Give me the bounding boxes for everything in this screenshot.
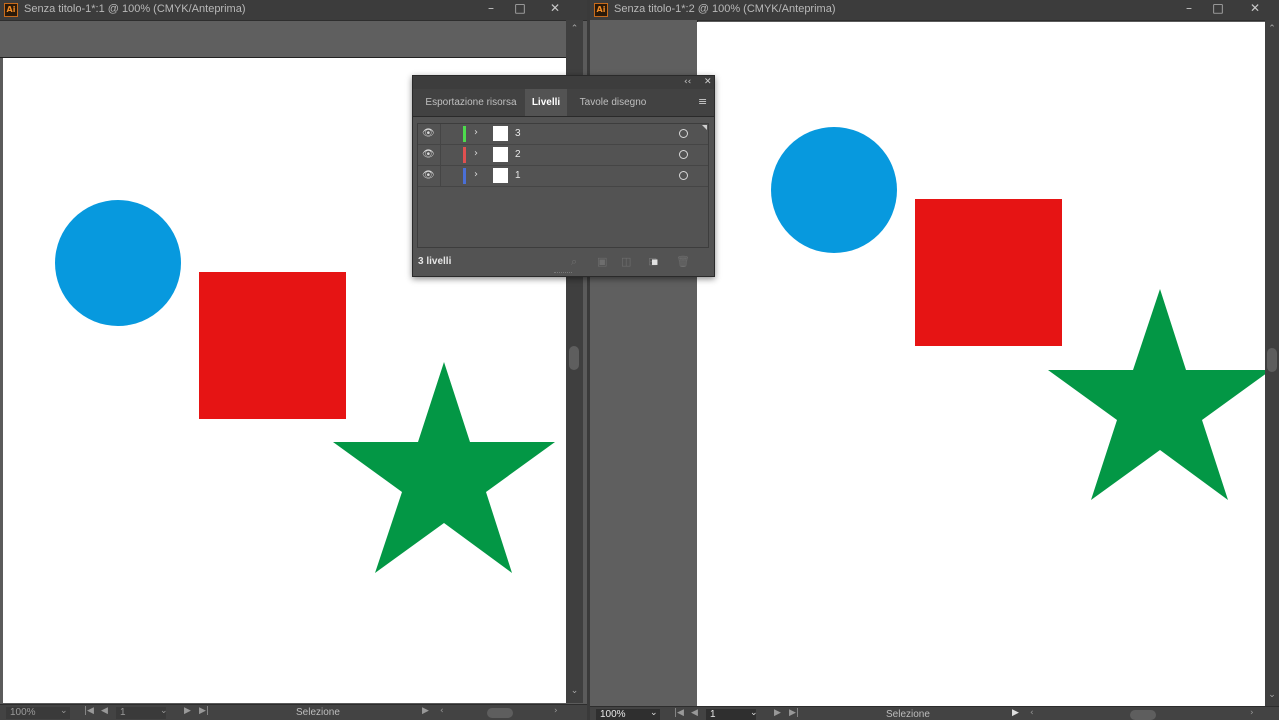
close-button[interactable]: ✕ [540, 0, 570, 18]
target-circle-icon[interactable] [679, 171, 688, 180]
next-artboard-icon[interactable]: ▶ [774, 708, 781, 718]
zoom-dropdown-icon[interactable]: ⌄ [650, 708, 658, 718]
collapse-panel-icon[interactable]: ‹‹ [684, 76, 691, 89]
layer-thumbnail [493, 168, 508, 183]
layers-list: 👁 › 3 👁 › 2 👁 › 1 [417, 123, 709, 248]
window-title: Senza titolo-1*:2 @ 100% (CMYK/Anteprima… [614, 3, 836, 15]
delete-icon[interactable]: 🗑 [676, 255, 690, 268]
red-square[interactable] [199, 272, 346, 419]
scroll-up-arrow-icon[interactable]: ⌃ [1265, 24, 1279, 34]
new-layer-icon[interactable]: ▪ [651, 255, 658, 268]
last-artboard-icon[interactable]: ▶| [789, 708, 799, 718]
panel-header-bar[interactable]: ‹‹ ✕ [413, 76, 714, 89]
illustrator-app-icon: Ai [4, 3, 18, 17]
current-tool-label: Selezione [296, 707, 340, 718]
panel-tabs: Esportazione risorsa Livelli Tavole dise… [413, 89, 714, 117]
search-icon[interactable]: ⌕ [571, 255, 577, 269]
blue-circle[interactable] [55, 200, 181, 326]
status-bar: 100% ⌄ |◀ ◀ 1 ⌄ ▶ ▶| Selezione ▶ ‹ › [590, 706, 1279, 720]
scroll-down-arrow-icon[interactable]: ⌄ [566, 686, 583, 696]
window-title: Senza titolo-1*:1 @ 100% (CMYK/Anteprima… [24, 3, 246, 15]
scroll-left-icon[interactable]: ‹ [1030, 708, 1034, 718]
next-artboard-icon[interactable]: ▶ [184, 706, 191, 716]
prev-artboard-icon[interactable]: ◀ [101, 706, 108, 716]
close-panel-icon[interactable]: ✕ [704, 76, 712, 89]
artboard[interactable] [697, 22, 1265, 707]
current-tool-label: Selezione [886, 709, 930, 720]
scroll-thumb[interactable] [569, 346, 579, 370]
layer-name[interactable]: 2 [515, 149, 521, 160]
status-menu-icon[interactable]: ▶ [1012, 708, 1019, 718]
artboard-number-field[interactable]: 1 [116, 707, 166, 719]
expand-chevron-icon[interactable]: › [474, 169, 478, 180]
minimize-button[interactable]: – [1174, 0, 1204, 18]
tab-livelli[interactable]: Livelli [525, 89, 567, 116]
lock-column[interactable] [440, 145, 441, 165]
visibility-eye-icon[interactable]: 👁 [422, 170, 436, 182]
first-artboard-icon[interactable]: |◀ [674, 708, 684, 718]
scroll-thumb[interactable] [1267, 348, 1277, 372]
visibility-eye-icon[interactable]: 👁 [422, 128, 436, 140]
layer-row[interactable]: 👁 › 1 [418, 166, 708, 187]
collect-export-icon[interactable]: ▣ [597, 255, 607, 268]
status-bar: 100% ⌄ |◀ ◀ 1 ⌄ ▶ ▶| Selezione ▶ ‹ › [0, 704, 587, 720]
restore-button[interactable]: □ [1203, 0, 1233, 18]
red-square[interactable] [915, 199, 1062, 346]
layer-thumbnail [493, 147, 508, 162]
close-button[interactable]: ✕ [1240, 0, 1270, 18]
zoom-dropdown-icon[interactable]: ⌄ [60, 706, 68, 716]
visibility-eye-icon[interactable]: 👁 [422, 149, 436, 161]
layer-color-indicator [463, 147, 466, 163]
title-bar[interactable]: Ai Senza titolo-1*:1 @ 100% (CMYK/Antepr… [0, 0, 587, 21]
scroll-down-arrow-icon[interactable]: ⌄ [1265, 690, 1279, 700]
status-menu-icon[interactable]: ▶ [422, 706, 429, 716]
artboard-dropdown-icon[interactable]: ⌄ [160, 706, 168, 716]
lock-column[interactable] [440, 166, 441, 186]
layer-color-indicator [463, 168, 466, 184]
resize-grip[interactable] [554, 272, 572, 276]
target-circle-icon[interactable] [679, 150, 688, 159]
title-bar[interactable]: Ai Senza titolo-1*:2 @ 100% (CMYK/Antepr… [590, 0, 1279, 21]
tab-esportazione-risorsa[interactable]: Esportazione risorsa [418, 89, 524, 116]
layer-color-indicator [463, 126, 466, 142]
layer-row[interactable]: 👁 › 2 [418, 145, 708, 166]
pasteboard-top [0, 21, 566, 58]
layer-name[interactable]: 3 [515, 128, 521, 139]
panel-menu-icon[interactable]: ≡ [698, 96, 708, 107]
lock-column[interactable] [440, 124, 441, 144]
scroll-right-icon[interactable]: › [1250, 708, 1254, 718]
artboard-dropdown-icon[interactable]: ⌄ [750, 708, 758, 718]
green-star[interactable] [1048, 289, 1265, 500]
scroll-right-icon[interactable]: › [554, 706, 558, 716]
artboard-number-field[interactable]: 1 [706, 709, 756, 720]
illustrator-app-icon: Ai [594, 3, 608, 17]
layer-row[interactable]: 👁 › 3 [418, 124, 708, 145]
horizontal-scroll-thumb[interactable] [487, 708, 513, 718]
layer-count-label: 3 livelli [418, 256, 452, 267]
restore-button[interactable]: □ [505, 0, 535, 18]
vertical-scrollbar[interactable]: ⌃ ⌄ [1265, 20, 1279, 710]
horizontal-scroll-thumb[interactable] [1130, 710, 1156, 720]
tab-tavole-disegno[interactable]: Tavole disegno [571, 89, 655, 116]
scroll-up-arrow-icon[interactable]: ⌃ [566, 24, 583, 34]
layer-name[interactable]: 1 [515, 170, 521, 181]
target-circle-icon[interactable] [679, 129, 688, 138]
make-clipping-mask-icon[interactable]: ◫ [621, 255, 631, 268]
expand-chevron-icon[interactable]: › [474, 127, 478, 138]
panel-footer: 3 livelli ⌕ ▣ ◫ ⊞ ▪ 🗑 [413, 254, 714, 272]
scroll-left-icon[interactable]: ‹ [440, 706, 444, 716]
last-artboard-icon[interactable]: ▶| [199, 706, 209, 716]
layers-panel[interactable]: ‹‹ ✕ Esportazione risorsa Livelli Tavole… [412, 75, 715, 277]
minimize-button[interactable]: – [476, 0, 506, 18]
layer-thumbnail [493, 126, 508, 141]
first-artboard-icon[interactable]: |◀ [84, 706, 94, 716]
expand-chevron-icon[interactable]: › [474, 148, 478, 159]
green-star[interactable] [333, 362, 555, 573]
blue-circle[interactable] [771, 127, 897, 253]
prev-artboard-icon[interactable]: ◀ [691, 708, 698, 718]
